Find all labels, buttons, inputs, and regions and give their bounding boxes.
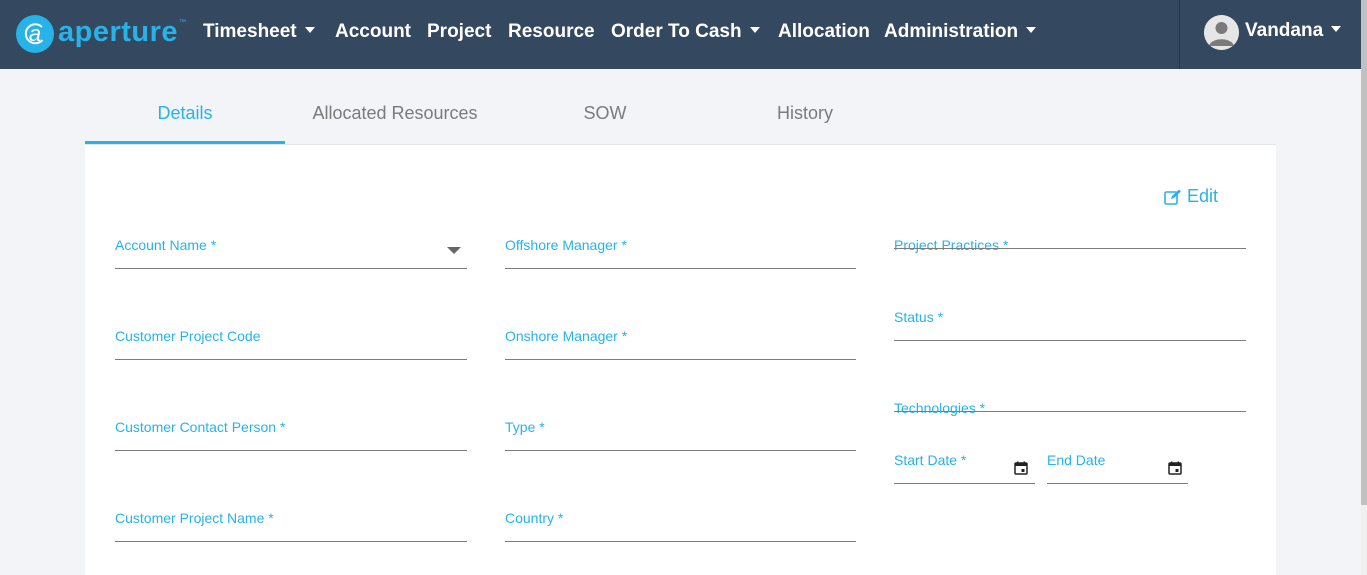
end-date-label: End Date: [1047, 452, 1106, 468]
onshore-manager-underline: [505, 359, 856, 360]
customer-contact-person-underline: [115, 450, 467, 451]
project-practices-underline: [894, 248, 1246, 249]
caret-down-icon: [1331, 25, 1342, 32]
caret-down-icon: [304, 26, 315, 33]
brand-name: aperture: [58, 15, 179, 48]
type-underline: [505, 450, 856, 451]
nav-resource-label: Resource: [508, 21, 595, 42]
nav-project[interactable]: Project: [427, 20, 491, 44]
customer-project-name-underline: [115, 541, 467, 542]
calendar-icon[interactable]: [1168, 461, 1182, 475]
calendar-icon[interactable]: [1014, 461, 1028, 475]
caret-down-icon: [1026, 26, 1037, 33]
account-name-label: Account Name *: [115, 237, 217, 253]
nav-allocation[interactable]: Allocation: [778, 20, 870, 44]
country-label: Country *: [505, 510, 564, 526]
edit-label: Edit: [1187, 186, 1219, 206]
status-underline: [894, 340, 1246, 341]
start-date-underline: [894, 483, 1035, 484]
country-underline: [505, 541, 856, 542]
nav-resource[interactable]: Resource: [508, 20, 595, 44]
at-sign-icon: a: [16, 15, 54, 53]
nav-account[interactable]: Account: [335, 20, 411, 44]
nav-account-label: Account: [335, 21, 411, 42]
nav-administration-label: Administration: [884, 21, 1019, 42]
edit-button[interactable]: Edit: [1164, 186, 1218, 207]
customer-project-name-label: Customer Project Name *: [115, 510, 274, 526]
caret-down-icon: [749, 26, 760, 33]
end-date-underline: [1047, 483, 1188, 484]
onshore-manager-label: Onshore Manager *: [505, 328, 628, 344]
scrollbar-thumb[interactable]: [1361, 0, 1367, 505]
account-name-underline: [115, 268, 467, 269]
start-date-label: Start Date *: [894, 452, 967, 468]
dropdown-arrow-icon[interactable]: [447, 247, 461, 254]
nav-timesheet-label: Timesheet: [203, 21, 297, 42]
nav-allocation-label: Allocation: [778, 21, 870, 42]
top-navbar: a aperture ™ Timesheet Account Project R…: [0, 0, 1361, 69]
offshore-manager-label: Offshore Manager *: [505, 237, 627, 253]
customer-contact-person-label: Customer Contact Person *: [115, 419, 286, 435]
offshore-manager-underline: [505, 268, 856, 269]
tab-sow[interactable]: SOW: [505, 103, 705, 124]
user-name: Vandana: [1245, 20, 1342, 42]
status-label: Status *: [894, 309, 944, 325]
user-menu[interactable]: Vandana: [1179, 0, 1361, 69]
nav-order-to-cash-label: Order To Cash: [611, 21, 742, 42]
nav-order-to-cash[interactable]: Order To Cash: [611, 20, 760, 44]
tab-details[interactable]: Details: [85, 103, 285, 124]
tab-history[interactable]: History: [705, 103, 905, 124]
nav-administration[interactable]: Administration: [884, 20, 1037, 44]
brand-logo[interactable]: a aperture ™: [16, 15, 186, 53]
technologies-label: Technologies *: [894, 400, 986, 416]
type-label: Type *: [505, 419, 545, 435]
edit-icon: [1164, 189, 1181, 205]
customer-project-code-label: Customer Project Code: [115, 328, 261, 344]
page-scrollbar[interactable]: [1361, 0, 1367, 575]
customer-project-code-underline: [115, 359, 467, 360]
tab-allocated-resources[interactable]: Allocated Resources: [285, 103, 505, 124]
nav-timesheet[interactable]: Timesheet: [203, 20, 315, 44]
technologies-underline: [894, 411, 1246, 412]
user-name-label: Vandana: [1245, 20, 1324, 41]
status-field[interactable]: [894, 308, 1246, 342]
nav-project-label: Project: [427, 21, 492, 42]
type-field[interactable]: [505, 418, 856, 452]
user-avatar-icon: [1204, 15, 1239, 50]
brand-trademark: ™: [179, 18, 187, 26]
project-practices-label: Project Practices *: [894, 237, 1009, 253]
